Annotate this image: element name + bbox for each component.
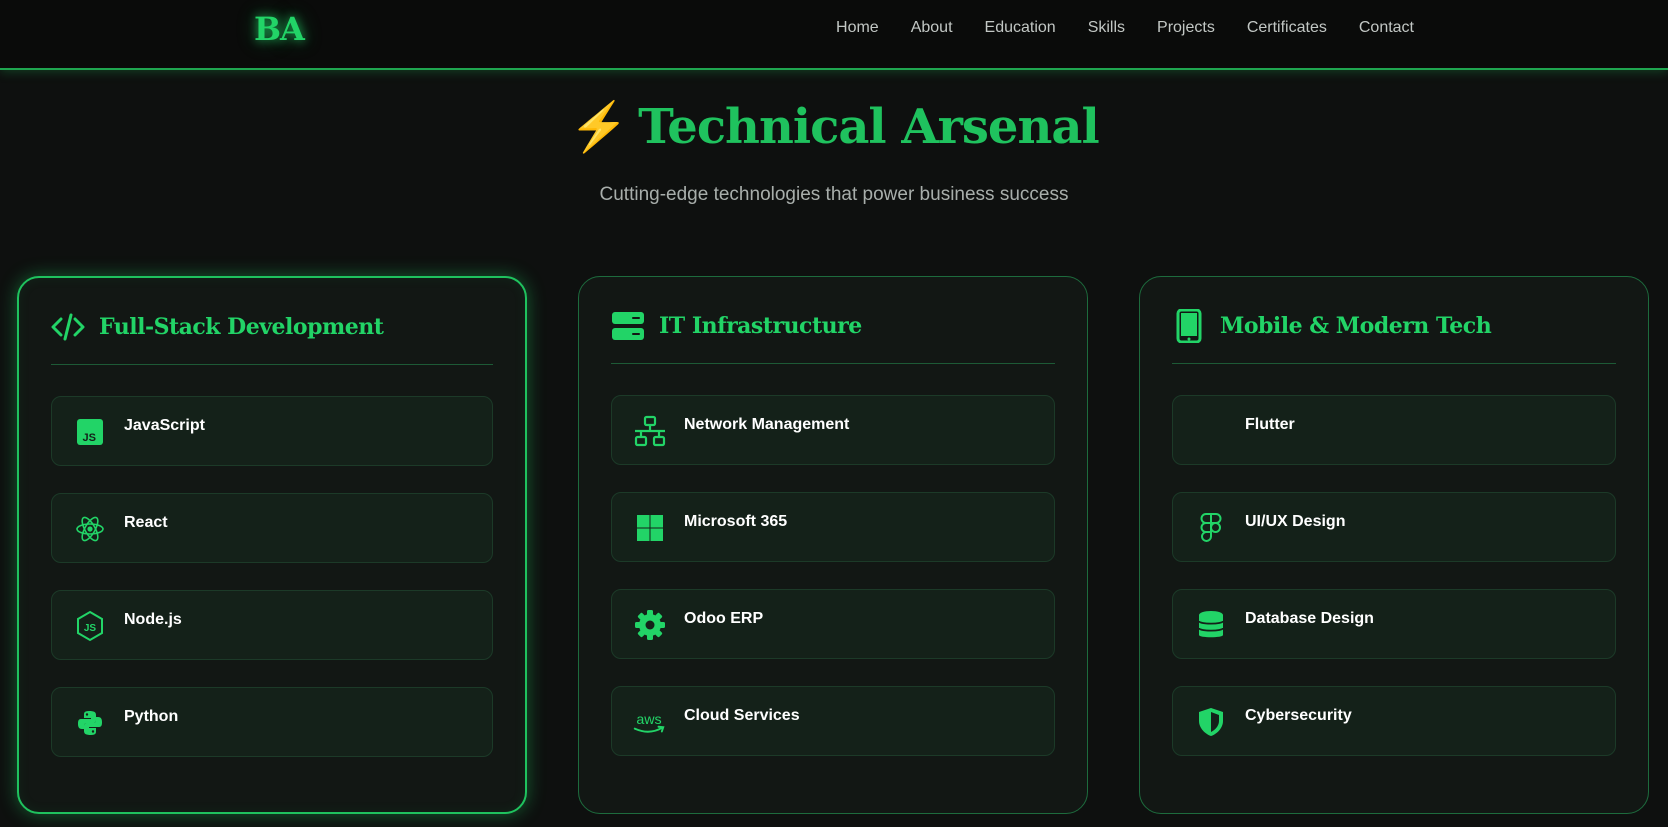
skill-item-microsoft-365[interactable]: Microsoft 365 — [611, 492, 1055, 562]
card-title: Mobile & Modern Tech — [1220, 313, 1492, 339]
skill-label: Flutter — [1245, 416, 1295, 433]
lightning-bolt-icon: ⚡ — [569, 99, 629, 155]
nav-link-projects[interactable]: Projects — [1157, 18, 1215, 38]
nav-links: Home About Education Skills Projects Cer… — [804, 18, 1414, 38]
navbar: BA Home About Education Skills Projects … — [0, 0, 1668, 70]
skill-list: JS JavaScript React JS Node.js Python — [51, 396, 493, 784]
nav-link-about[interactable]: About — [911, 18, 953, 38]
server-icon — [612, 312, 644, 340]
javascript-icon: JS — [77, 419, 103, 445]
skill-item-odoo-erp[interactable]: Odoo ERP — [611, 589, 1055, 659]
section-title-text: Technical Arsenal — [638, 99, 1100, 155]
skill-label: Network Management — [684, 416, 850, 433]
python-icon — [78, 711, 102, 735]
category-card-mobile[interactable]: Mobile & Modern Tech Flutter UI/UX Desig… — [1139, 276, 1649, 814]
section-title: ⚡ Technical Arsenal — [0, 98, 1668, 155]
nav-link-contact[interactable]: Contact — [1359, 18, 1414, 38]
card-header: Full-Stack Development — [51, 310, 493, 365]
skill-label: Odoo ERP — [684, 610, 764, 627]
skill-item-database-design[interactable]: Database Design — [1172, 589, 1616, 659]
mobile-icon — [1176, 309, 1202, 343]
nav-link-certificates[interactable]: Certificates — [1247, 18, 1327, 38]
section-subtitle: Cutting-edge technologies that power bus… — [599, 184, 1069, 205]
nav-link-skills[interactable]: Skills — [1088, 18, 1125, 38]
skill-label: Database Design — [1245, 610, 1374, 627]
skill-label: Python — [124, 708, 179, 725]
aws-icon: aws — [633, 712, 665, 733]
database-icon — [1198, 611, 1224, 638]
skill-list: Network Management Microsoft 365 Odoo ER… — [611, 395, 1055, 783]
skill-list: Flutter UI/UX Design Database Design Cyb… — [1172, 395, 1616, 783]
card-header: Mobile & Modern Tech — [1172, 309, 1616, 364]
card-title: IT Infrastructure — [659, 313, 862, 339]
skill-label: Cloud Services — [684, 707, 800, 724]
skill-label: UI/UX Design — [1245, 513, 1346, 530]
skill-item-flutter[interactable]: Flutter — [1172, 395, 1616, 465]
svg-text:JS: JS — [84, 623, 97, 634]
skill-label: Cybersecurity — [1245, 707, 1352, 724]
react-icon — [76, 516, 104, 542]
svg-text:JS: JS — [83, 432, 96, 444]
microsoft-icon — [637, 515, 663, 541]
svg-text:aws: aws — [636, 712, 661, 728]
skill-item-javascript[interactable]: JS JavaScript — [51, 396, 493, 466]
skill-item-ui-ux-design[interactable]: UI/UX Design — [1172, 492, 1616, 562]
shield-icon — [1199, 708, 1223, 736]
skill-item-cloud-services[interactable]: aws Cloud Services — [611, 686, 1055, 756]
figma-icon — [1200, 513, 1222, 542]
nav-link-education[interactable]: Education — [985, 18, 1056, 38]
card-header: IT Infrastructure — [611, 309, 1055, 364]
skill-item-network-management[interactable]: Network Management — [611, 395, 1055, 465]
skill-item-cybersecurity[interactable]: Cybersecurity — [1172, 686, 1616, 756]
logo[interactable]: BA — [254, 10, 305, 48]
code-icon — [51, 313, 85, 341]
category-card-fullstack[interactable]: Full-Stack Development JS JavaScript Rea… — [17, 276, 527, 814]
skill-item-nodejs[interactable]: JS Node.js — [51, 590, 493, 660]
skill-label: Node.js — [124, 611, 182, 628]
skill-label: React — [124, 514, 168, 531]
skill-item-react[interactable]: React — [51, 493, 493, 563]
nodejs-icon: JS — [77, 610, 103, 642]
skill-label: Microsoft 365 — [684, 513, 788, 530]
gear-icon — [635, 610, 665, 640]
nav-link-home[interactable]: Home — [836, 18, 879, 38]
card-title: Full-Stack Development — [99, 314, 384, 340]
skill-item-python[interactable]: Python — [51, 687, 493, 757]
skill-label: JavaScript — [124, 417, 205, 434]
network-icon — [634, 415, 666, 447]
category-card-infrastructure[interactable]: IT Infrastructure Network Management Mic — [578, 276, 1088, 814]
